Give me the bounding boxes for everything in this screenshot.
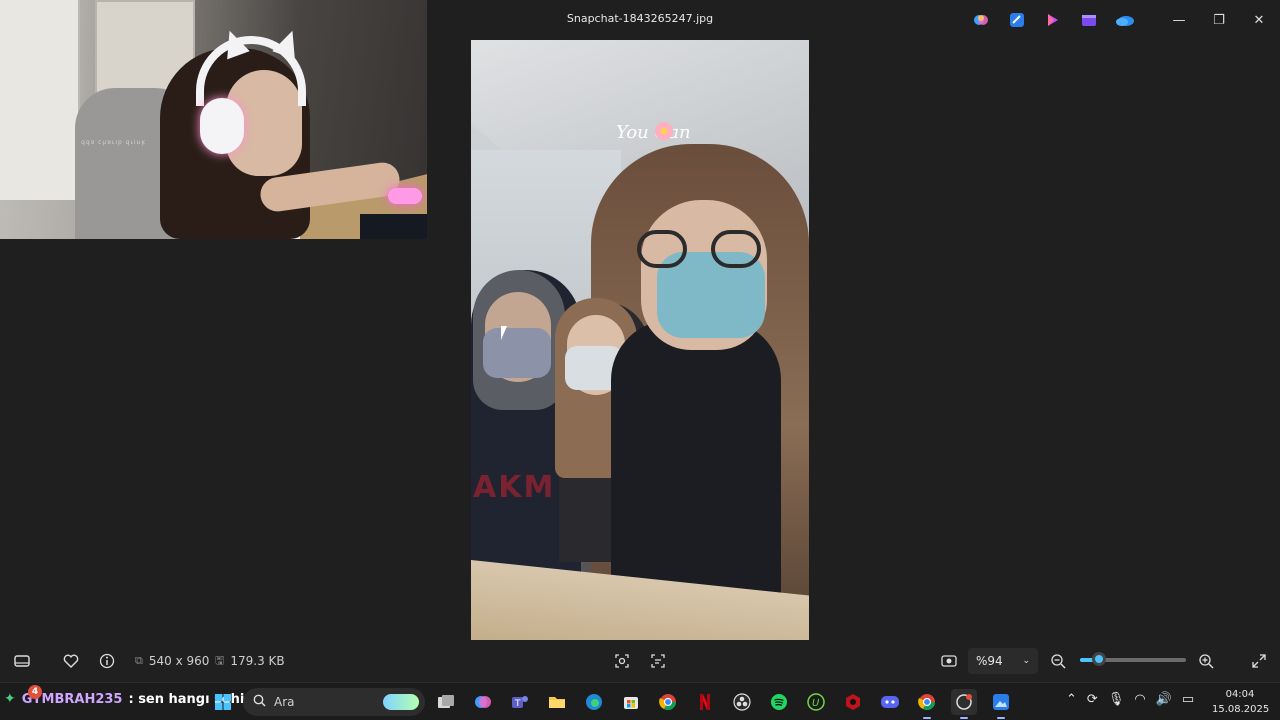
file-explorer-icon[interactable] [544, 689, 570, 715]
webcam-door [0, 0, 80, 200]
volume-icon[interactable]: 🔊 [1156, 692, 1172, 707]
flower-emoji-icon [655, 122, 673, 140]
microphone-icon[interactable]: 🎙 [1108, 692, 1125, 707]
scan-text-button[interactable] [649, 652, 667, 670]
webcam-earcup [200, 98, 244, 154]
heart-icon [62, 652, 80, 670]
discord-icon[interactable] [877, 689, 903, 715]
dimensions-text: 540 x 960 [148, 654, 210, 668]
zoom-level: %94 [976, 654, 1003, 668]
minimize-button[interactable]: — [1159, 8, 1199, 32]
photo-glasses [637, 230, 769, 272]
chevron-down-icon: ⌄ [1022, 656, 1030, 666]
zoom-in-icon [1197, 652, 1215, 670]
dimensions-icon: ⧉ [135, 654, 143, 667]
filmstrip-icon [13, 652, 31, 670]
window-title: Snapchat-1843265247.jpg [566, 12, 714, 25]
photo-person-1-mask [483, 328, 551, 378]
sparkle-icon: ✦ [4, 691, 16, 707]
photo-shirt-text: AKM [473, 470, 556, 505]
taskbar-search[interactable]: Ara [243, 688, 425, 716]
obs-icon[interactable] [729, 689, 755, 715]
header-app-icons [970, 10, 1136, 30]
zoom-in-button[interactable] [1197, 652, 1215, 670]
zoom-slider-handle[interactable] [1092, 652, 1107, 666]
edge-icon[interactable] [581, 689, 607, 715]
dimensions-info: ⧉ 540 x 960 [135, 652, 209, 670]
start-area [210, 689, 236, 715]
filesize-text: 179.3 KB [230, 654, 285, 668]
svg-text:U: U [812, 698, 820, 709]
filesize-icon: 🖫 [215, 653, 225, 667]
photos-editor-icon[interactable] [1006, 10, 1028, 30]
filesize-info: 🖫 179.3 KB [215, 652, 285, 670]
netflix-icon[interactable] [692, 689, 718, 715]
webcam-overlay: ʞuiɹp qıɹɐɥɔ ɐpp [0, 0, 427, 239]
visual-search-icon [613, 652, 631, 670]
expand-icon [1250, 652, 1268, 670]
photos-app-icon[interactable] [988, 689, 1014, 719]
favorite-button[interactable] [62, 652, 80, 670]
fit-to-window-button[interactable] [940, 652, 958, 670]
spotify-icon[interactable] [766, 689, 792, 715]
game-app-icon[interactable] [840, 689, 866, 715]
search-icon [253, 694, 266, 710]
tray-overflow-icon[interactable]: ⌃ [1066, 692, 1077, 707]
webcam-mouse [388, 188, 422, 204]
zoom-slider[interactable] [1080, 652, 1186, 666]
copilot-icon[interactable] [970, 10, 992, 30]
mouse-cursor-icon [501, 326, 507, 340]
webcam-keyboard [360, 214, 427, 239]
chrome-icon[interactable] [655, 689, 681, 715]
file-info-button[interactable] [98, 652, 116, 670]
visual-search-button[interactable] [613, 652, 631, 670]
photos-app-window: Snapchat-1843265247.jpg — ❐ ✕ ʞuiɹp qıɹɐ… [0, 0, 1280, 720]
zoom-out-icon [1049, 652, 1067, 670]
chat-badge: 4 [28, 685, 42, 699]
fullscreen-button[interactable] [1250, 652, 1268, 670]
webcam-sticker-text: ʞuiɹp qıɹɐɥɔ ɐpp [80, 139, 146, 146]
close-button[interactable]: ✕ [1239, 8, 1279, 32]
taskbar-apps: T U [433, 689, 1014, 719]
clock-time: 04:04 [1225, 689, 1255, 700]
svg-text:T: T [514, 699, 521, 709]
search-placeholder: Ara [274, 695, 295, 709]
zoom-dropdown[interactable]: %94 ⌄ [968, 648, 1038, 674]
upwork-icon[interactable]: U [803, 689, 829, 715]
scan-text-icon [649, 652, 667, 670]
windows-start-icon[interactable] [210, 689, 236, 715]
recording-app-icon[interactable] [951, 689, 977, 719]
taskbar: ✦ 4 GYMBRAH235 : sen hangı sehirde oturu… [0, 682, 1280, 720]
search-highlight-icon [383, 694, 419, 710]
wifi-icon[interactable]: ◠ [1134, 692, 1145, 707]
battery-icon[interactable]: ▭ [1182, 692, 1194, 707]
store-icon[interactable] [618, 689, 644, 715]
sync-icon[interactable]: ⟳ [1087, 692, 1098, 707]
maximize-button[interactable]: ❐ [1199, 8, 1239, 32]
filmstrip-button[interactable] [13, 652, 31, 670]
designer-icon[interactable] [1042, 10, 1064, 30]
chrome-profile-icon[interactable] [914, 689, 940, 719]
photo-overlay-text: You Can [616, 122, 691, 143]
clipchamp-icon[interactable] [1078, 10, 1100, 30]
zoom-out-button[interactable] [1049, 652, 1067, 670]
photo-image[interactable]: You Can AKM [471, 40, 809, 640]
copilot-taskbar-icon[interactable] [470, 689, 496, 715]
teams-icon[interactable]: T [507, 689, 533, 715]
task-view-icon[interactable] [433, 689, 459, 715]
clock-date: 15.08.2025 [1212, 704, 1270, 715]
taskbar-clock[interactable]: 04:04 15.08.2025 [1212, 687, 1270, 717]
info-icon [98, 652, 116, 670]
fit-screen-icon [940, 652, 958, 670]
system-tray: ⌃ ⟳ 🎙 ◠ 🔊 ▭ [1066, 692, 1194, 707]
onedrive-icon[interactable] [1114, 10, 1136, 30]
